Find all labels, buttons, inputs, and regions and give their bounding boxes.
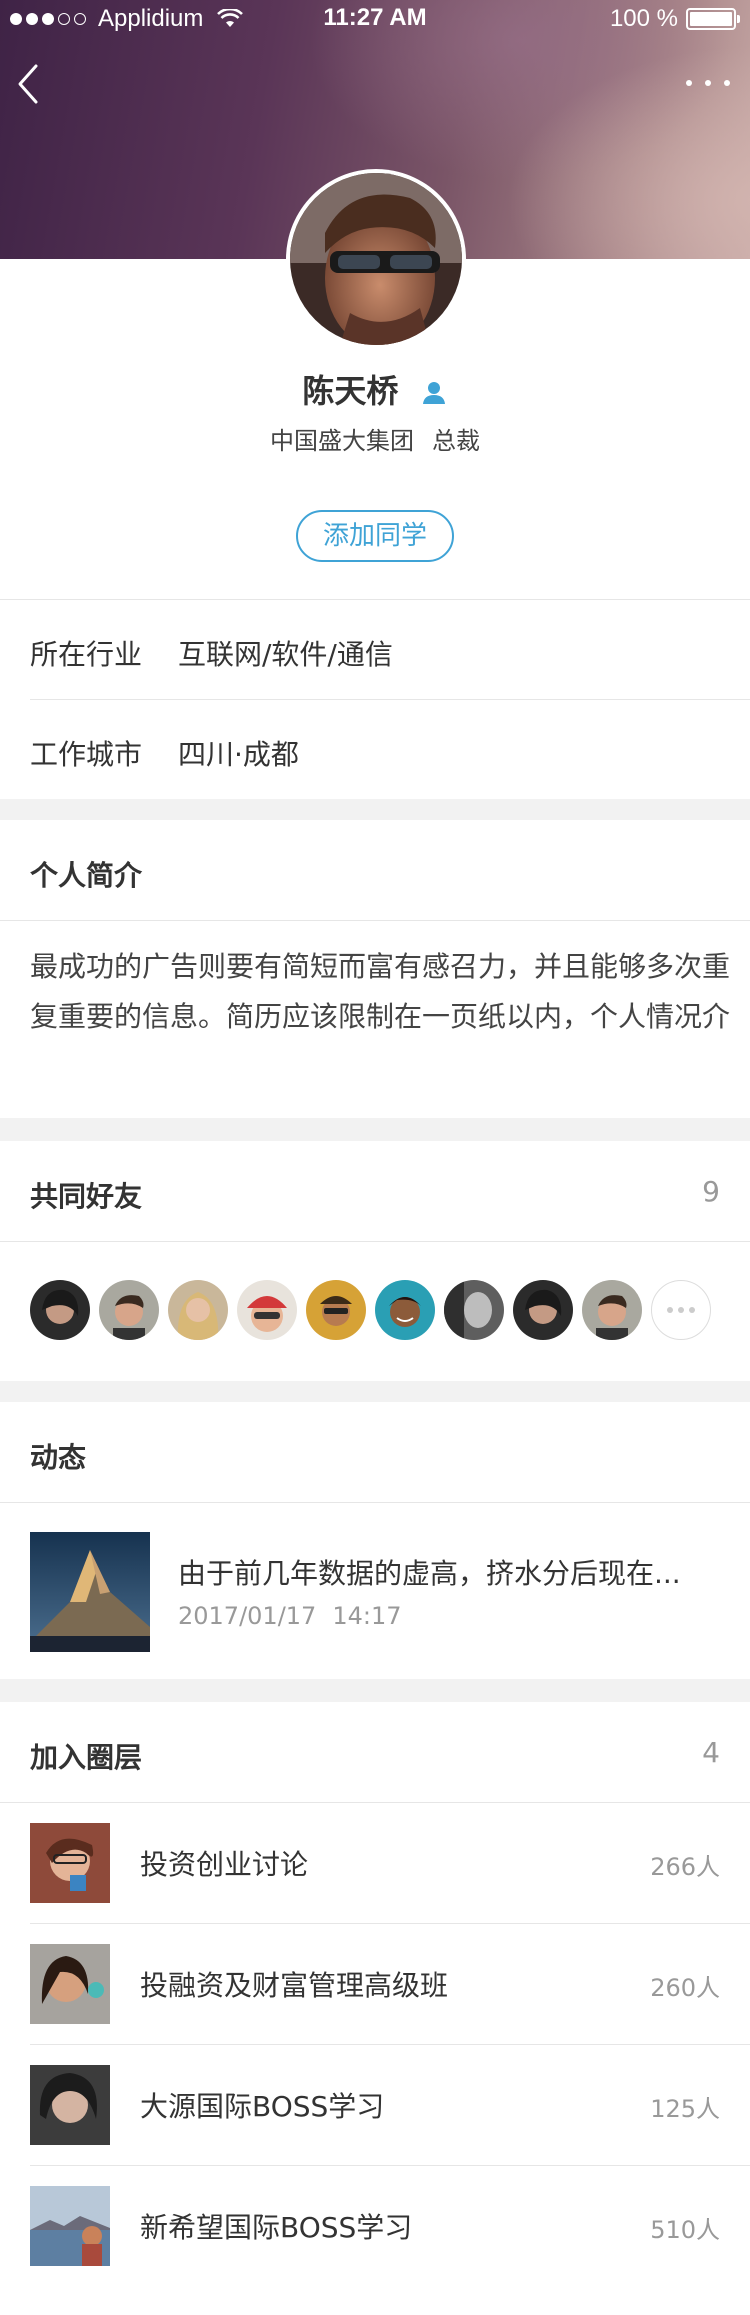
profile-avatar[interactable] bbox=[290, 173, 462, 345]
friend-avatar[interactable] bbox=[306, 1280, 366, 1340]
profile-name-row: 陈天桥 bbox=[0, 366, 750, 412]
city-label: 工作城市 bbox=[30, 738, 143, 771]
feed-item-text[interactable]: 由于前几年数据的虚高，挤水分后现在... bbox=[178, 1552, 728, 1592]
profile-title: 总裁 bbox=[432, 427, 480, 455]
circle-thumbnail bbox=[30, 2186, 110, 2266]
mutual-friends-title: 共同好友 bbox=[30, 1180, 143, 1213]
friend-avatar[interactable] bbox=[99, 1280, 159, 1340]
circle-thumbnail bbox=[30, 1823, 110, 1903]
bio-text: 最成功的广告则要有简短而富有感召力，并且能够多次重复重要的信息。简历应该限制在一… bbox=[30, 950, 731, 1033]
city-value: 四川·成都 bbox=[178, 738, 299, 771]
avatar-image bbox=[290, 173, 462, 345]
friend-avatar[interactable] bbox=[168, 1280, 228, 1340]
status-bar: Applidium 11:27 AM 100 % bbox=[0, 0, 750, 40]
circle-member-count: 125人 bbox=[650, 2095, 720, 2123]
bio-title: 个人简介 bbox=[30, 859, 143, 892]
profile-company-row: 中国盛大集团 总裁 bbox=[0, 421, 750, 456]
circles-title: 加入圈层 bbox=[30, 1741, 143, 1774]
back-icon[interactable] bbox=[14, 62, 44, 106]
info-section: 所在行业 互联网/软件/通信 工作城市 四川·成都 bbox=[0, 599, 750, 799]
industry-value: 互联网/软件/通信 bbox=[178, 638, 393, 671]
add-classmate-button[interactable]: 添加同学 bbox=[296, 510, 454, 562]
circle-thumbnail bbox=[30, 2065, 110, 2145]
profile-company: 中国盛大集团 bbox=[270, 427, 414, 455]
more-friends-icon[interactable] bbox=[651, 1280, 711, 1340]
divider bbox=[0, 1502, 750, 1503]
battery-percent: 100 % bbox=[609, 5, 678, 32]
circle-list-item[interactable]: 新希望国际BOSS学习 510人 bbox=[0, 2166, 750, 2286]
circle-name: 投融资及财富管理高级班 bbox=[140, 1969, 449, 2002]
circle-name: 大源国际BOSS学习 bbox=[140, 2090, 385, 2123]
circle-name: 新希望国际BOSS学习 bbox=[140, 2211, 413, 2244]
circle-list-item[interactable]: 投融资及财富管理高级班 260人 bbox=[0, 1924, 750, 2044]
feed-title: 动态 bbox=[30, 1441, 87, 1474]
circle-member-count: 260人 bbox=[650, 1974, 720, 2002]
circle-list-item[interactable]: 大源国际BOSS学习 125人 bbox=[0, 2045, 750, 2165]
circle-member-count: 266人 bbox=[650, 1853, 720, 1881]
friend-avatar[interactable] bbox=[513, 1280, 573, 1340]
mutual-friends-count: 9 bbox=[702, 1175, 720, 1208]
circle-name: 投资创业讨论 bbox=[140, 1848, 309, 1881]
feed-item-timestamp: 2017/01/17 14:17 bbox=[178, 1602, 402, 1630]
more-options-icon[interactable] bbox=[686, 76, 730, 90]
friend-avatar[interactable] bbox=[30, 1280, 90, 1340]
friend-avatar[interactable] bbox=[582, 1280, 642, 1340]
bio-section: 个人简介 最成功的广告则要有简短而富有感召力，并且能够多次重复重要的信息。简历应… bbox=[0, 820, 750, 1118]
divider bbox=[30, 699, 750, 700]
verified-user-icon bbox=[422, 382, 445, 404]
profile-name: 陈天桥 bbox=[302, 372, 399, 410]
mutual-friends-list bbox=[30, 1280, 711, 1340]
divider bbox=[0, 599, 750, 600]
industry-label: 所在行业 bbox=[30, 638, 143, 671]
battery-icon bbox=[686, 8, 740, 30]
mutual-friends-section[interactable]: 共同好友 9 bbox=[0, 1141, 750, 1381]
divider bbox=[0, 920, 750, 921]
feed-item-thumbnail[interactable] bbox=[30, 1532, 150, 1652]
friend-avatar[interactable] bbox=[237, 1280, 297, 1340]
friend-avatar[interactable] bbox=[375, 1280, 435, 1340]
circles-section: 加入圈层 4 投资创业讨论 266人 投融资及财富管理高级班 260人 大源国际… bbox=[0, 1702, 750, 2315]
circle-list-item[interactable]: 投资创业讨论 266人 bbox=[0, 1803, 750, 1923]
circles-count: 4 bbox=[702, 1736, 720, 1769]
friend-avatar[interactable] bbox=[444, 1280, 504, 1340]
circle-member-count: 510人 bbox=[650, 2216, 720, 2244]
divider bbox=[0, 1241, 750, 1242]
battery-status: 100 % bbox=[609, 5, 740, 33]
circle-thumbnail bbox=[30, 1944, 110, 2024]
feed-item-time: 14:17 bbox=[332, 1602, 402, 1630]
feed-item-date: 2017/01/17 bbox=[178, 1602, 317, 1630]
